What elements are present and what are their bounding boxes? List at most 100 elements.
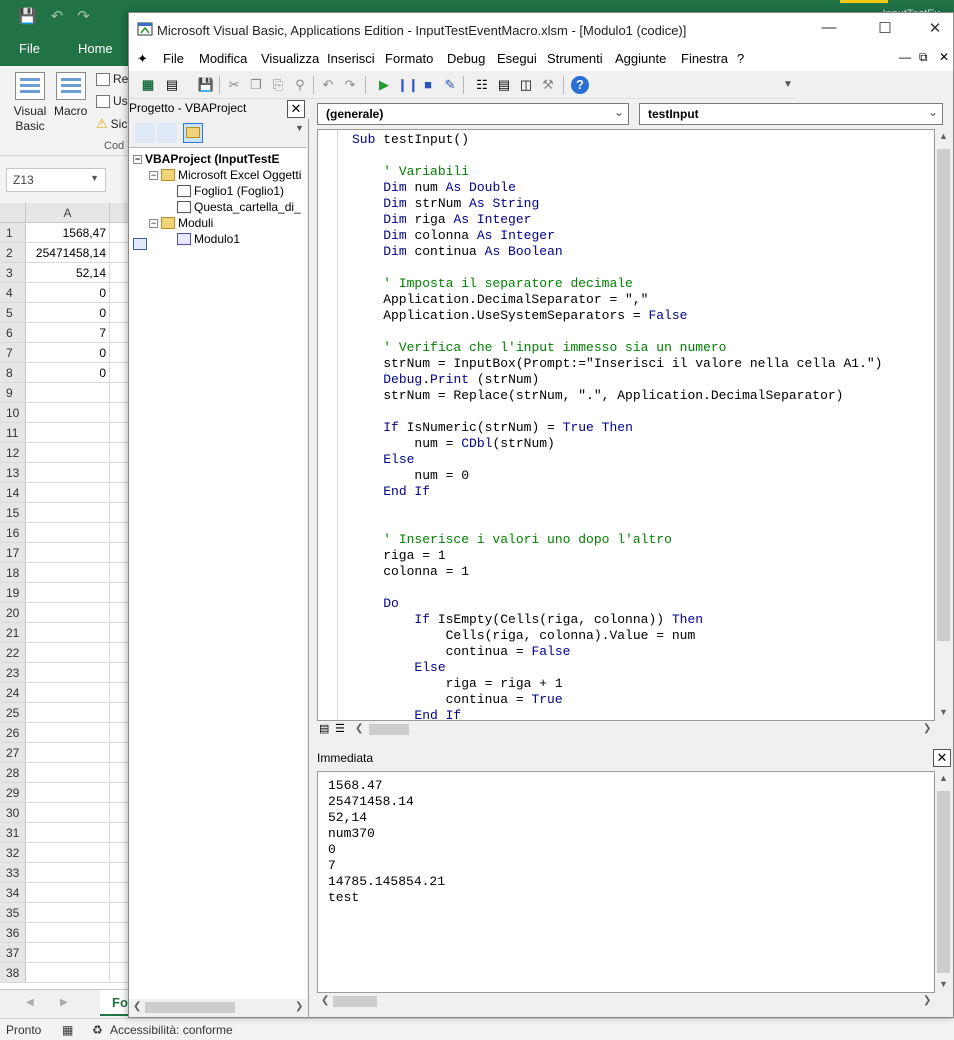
scrollbar-thumb[interactable] — [937, 791, 950, 973]
project-explorer-icon[interactable]: ☷ — [473, 76, 491, 94]
scrollbar-thumb[interactable] — [937, 149, 950, 641]
mdi-close-icon[interactable]: ✕ — [939, 50, 949, 64]
object-browser-icon[interactable]: ◫ — [517, 76, 535, 94]
immediate-vscrollbar[interactable]: ▲ ▼ — [935, 771, 952, 993]
row-header[interactable]: 18 — [0, 563, 26, 583]
find-icon[interactable]: ⚲ — [291, 76, 309, 94]
row-header[interactable]: 33 — [0, 863, 26, 883]
paste-icon[interactable]: ⎘ — [269, 76, 287, 94]
row-header[interactable]: 4 — [0, 283, 26, 303]
maximize-icon[interactable]: ☐ — [875, 19, 895, 37]
insert-module-icon[interactable]: ▤ — [163, 76, 181, 94]
code-line[interactable]: ' Inserisce i valori uno dopo l'altro — [352, 532, 883, 548]
row-header[interactable]: 26 — [0, 723, 26, 743]
properties-icon[interactable]: ▤ — [495, 76, 513, 94]
record-macro-button[interactable]: Re — [96, 72, 128, 86]
toolbar-overflow-icon[interactable]: ▼ — [295, 123, 304, 133]
menu-app-icon[interactable]: ✦ — [137, 51, 148, 67]
save-icon[interactable]: 💾 — [197, 76, 215, 94]
pause-icon[interactable]: ❙❙ — [397, 76, 419, 94]
name-box[interactable]: Z13 ▼ — [6, 168, 106, 192]
tree-node-workbook[interactable]: Questa_cartella_di_ — [177, 200, 301, 214]
row-header[interactable]: 35 — [0, 903, 26, 923]
toolbar-overflow-icon[interactable]: ▼ — [779, 76, 797, 94]
code-text[interactable]: Sub testInput() ' Variabili Dim num As D… — [352, 132, 883, 720]
code-line[interactable]: num = CDbl(strNum) — [352, 436, 883, 452]
cell-a[interactable] — [26, 383, 110, 403]
cell-b[interactable] — [110, 743, 130, 763]
cell-a[interactable] — [26, 943, 110, 963]
cell-a[interactable] — [26, 543, 110, 563]
tab-file[interactable]: File — [0, 38, 59, 60]
row-header[interactable]: 15 — [0, 503, 26, 523]
scroll-right-icon[interactable]: ❯ — [295, 1001, 303, 1012]
cell-a[interactable] — [26, 963, 110, 983]
row-header[interactable]: 10 — [0, 403, 26, 423]
code-line[interactable]: Dim strNum As String — [352, 196, 883, 212]
sheet-tab-foglio1[interactable]: Fo — [100, 990, 130, 1016]
collapse-icon[interactable]: − — [149, 218, 158, 228]
cell-b[interactable] — [110, 643, 130, 663]
row-header[interactable]: 27 — [0, 743, 26, 763]
code-line[interactable] — [352, 516, 883, 532]
close-icon[interactable]: ✕ — [933, 749, 951, 767]
collapse-icon[interactable]: − — [149, 170, 158, 180]
cell-b[interactable] — [110, 683, 130, 703]
tree-node-excel-objects[interactable]: − Microsoft Excel Oggetti — [149, 168, 301, 182]
cell-b[interactable] — [110, 523, 130, 543]
minimize-icon[interactable]: — — [819, 19, 839, 36]
code-line[interactable]: Cells(riga, colonna).Value = num — [352, 628, 883, 644]
mdi-restore-icon[interactable]: ⧉ — [919, 50, 928, 65]
menu-finestra[interactable]: Finestra — [681, 51, 728, 66]
cell-a[interactable] — [26, 843, 110, 863]
code-line[interactable] — [352, 404, 883, 420]
code-line[interactable]: Else — [352, 660, 883, 676]
cell-b[interactable] — [110, 503, 130, 523]
row-header[interactable]: 32 — [0, 843, 26, 863]
code-line[interactable]: ' Variabili — [352, 164, 883, 180]
toggle-folders-icon[interactable] — [183, 123, 203, 143]
row-header[interactable]: 19 — [0, 583, 26, 603]
cell-b[interactable] — [110, 923, 130, 943]
code-vscrollbar[interactable]: ▲ ▼ — [935, 129, 952, 721]
copy-icon[interactable]: ❐ — [247, 76, 265, 94]
cell-a[interactable]: 0 — [26, 303, 110, 323]
code-line[interactable]: Do — [352, 596, 883, 612]
code-line[interactable]: ' Imposta il separatore decimale — [352, 276, 883, 292]
cell-b[interactable] — [110, 863, 130, 883]
cell-a[interactable] — [26, 663, 110, 683]
code-line[interactable]: riga = riga + 1 — [352, 676, 883, 692]
tab-scroll-left-icon[interactable]: ◀ — [26, 997, 34, 1008]
mdi-minimize-icon[interactable]: — — [899, 50, 911, 64]
code-line[interactable]: End If — [352, 708, 883, 720]
cell-b[interactable] — [110, 383, 130, 403]
cell-b[interactable] — [110, 783, 130, 803]
row-header[interactable]: 2 — [0, 243, 26, 263]
cell-b[interactable] — [110, 283, 130, 303]
relative-ref-button[interactable]: Us — [96, 94, 128, 108]
chevron-down-icon[interactable]: ⌄ — [614, 105, 624, 119]
macro-security-button[interactable]: ⚠ Sic — [96, 116, 127, 132]
menu-strumenti[interactable]: Strumenti — [547, 51, 603, 66]
cell-a[interactable] — [26, 803, 110, 823]
row-header[interactable]: 20 — [0, 603, 26, 623]
scroll-left-icon[interactable]: ❮ — [321, 995, 329, 1006]
row-header[interactable]: 38 — [0, 963, 26, 983]
cell-a[interactable] — [26, 743, 110, 763]
cell-b[interactable] — [110, 423, 130, 443]
menu-aggiunte[interactable]: Aggiunte — [615, 51, 666, 66]
menu-modifica[interactable]: Modifica — [199, 51, 247, 66]
column-header-b[interactable] — [110, 203, 130, 223]
code-line[interactable]: End If — [352, 484, 883, 500]
cell-b[interactable] — [110, 443, 130, 463]
full-module-view-icon[interactable]: ☰ — [335, 722, 345, 735]
cell-b[interactable] — [110, 483, 130, 503]
row-header[interactable]: 17 — [0, 543, 26, 563]
cell-a[interactable] — [26, 723, 110, 743]
cell-b[interactable] — [110, 903, 130, 923]
cell-b[interactable] — [110, 963, 130, 983]
scrollbar-thumb[interactable] — [333, 996, 377, 1007]
row-header[interactable]: 37 — [0, 943, 26, 963]
run-icon[interactable]: ▶ — [375, 76, 393, 94]
immediate-text[interactable]: 1568.47 25471458.14 52,14 num370 0 7 14785.145… — [328, 778, 445, 906]
